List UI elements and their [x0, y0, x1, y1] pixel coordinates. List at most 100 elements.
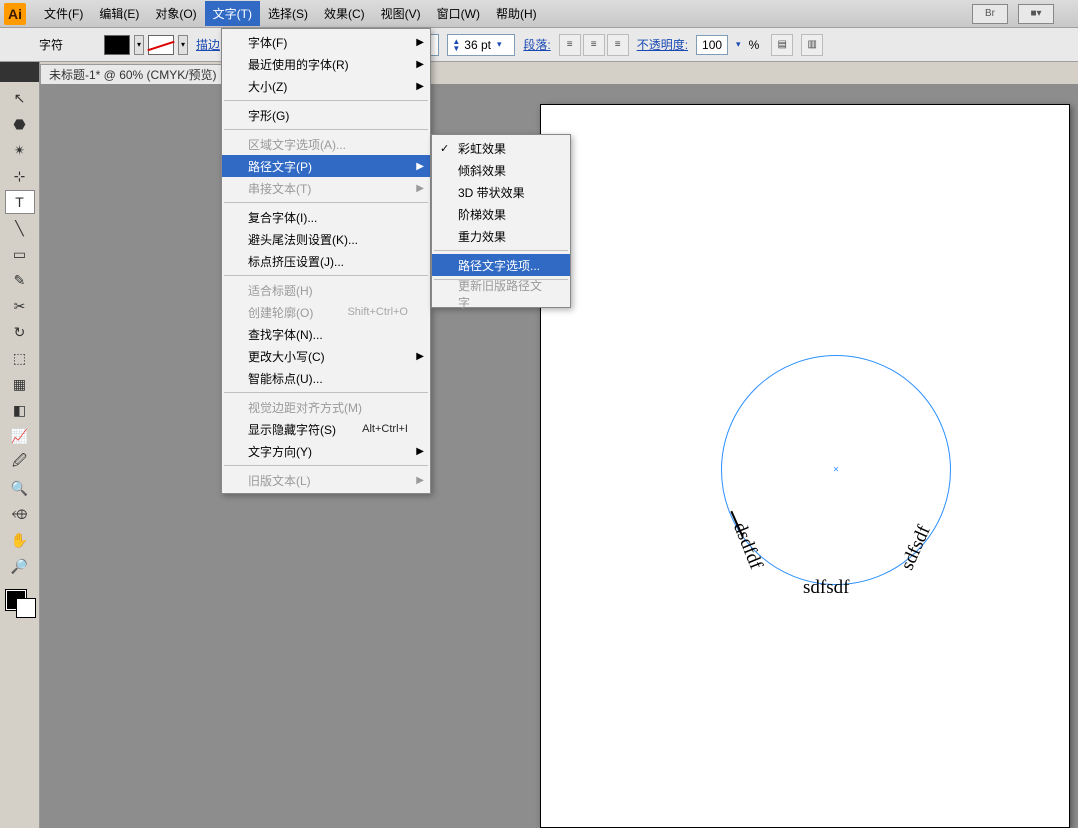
menu-object[interactable]: 对象(O) [147, 1, 204, 26]
direct-selection-tool[interactable]: ⬣ [5, 112, 35, 136]
type-menu-item: 区域文字选项(A)... [222, 133, 430, 155]
selection-tool[interactable]: ↖ [5, 86, 35, 110]
align-left-button[interactable]: ≡ [559, 34, 581, 56]
fill-swatch[interactable] [104, 35, 130, 55]
opacity-label[interactable]: 不透明度: [637, 36, 688, 53]
path-text-submenu-item[interactable]: 路径文字选项... [432, 254, 570, 276]
gradient-tool[interactable]: ◧ [5, 398, 35, 422]
paragraph-link[interactable]: 段落: [523, 36, 550, 53]
chevron-down-icon[interactable]: ▾ [736, 39, 741, 50]
menu-type[interactable]: 文字(T) [205, 1, 260, 26]
submenu-arrow-icon: ▶ [416, 81, 424, 92]
app-logo: Ai [4, 3, 26, 25]
type-menu-item: 适合标题(H) [222, 279, 430, 301]
menu-item-label: 串接文本(T) [248, 180, 311, 197]
check-icon: ✓ [440, 142, 449, 155]
submenu-arrow-icon: ▶ [416, 161, 424, 172]
menu-item-label: 更新旧版路径文字 [458, 277, 548, 311]
type-menu-item: 串接文本(T) ▶ [222, 177, 430, 199]
rotate-tool[interactable]: ↻ [5, 320, 35, 344]
graph-tool[interactable]: 📈 [5, 424, 35, 448]
path-text-submenu-item[interactable]: 阶梯效果 [432, 203, 570, 225]
menu-separator [224, 129, 428, 130]
workspace-switcher[interactable]: ■▾ [1018, 4, 1054, 24]
stroke-swatch[interactable] [148, 35, 174, 55]
menu-effect[interactable]: 效果(C) [316, 1, 373, 26]
opacity-input[interactable] [696, 35, 728, 55]
menu-separator [224, 465, 428, 466]
menu-item-label: 更改大小写(C) [248, 348, 325, 365]
menu-select[interactable]: 选择(S) [260, 1, 316, 26]
chevron-down-icon: ▾ [497, 39, 502, 50]
color-swatches[interactable] [4, 588, 36, 618]
path-text-submenu-item[interactable]: 3D 带状效果 [432, 181, 570, 203]
artboard[interactable]: × dsdfdf sdfsdf sdfsdf [540, 104, 1070, 828]
menu-item-label: 3D 带状效果 [458, 184, 525, 201]
menu-view[interactable]: 视图(V) [373, 1, 429, 26]
zoom-tool[interactable]: 🔎 [5, 554, 35, 578]
align-right-button[interactable]: ≡ [607, 34, 629, 56]
menu-item-label: 阶梯效果 [458, 206, 506, 223]
path-text-submenu-item[interactable]: 倾斜效果 [432, 159, 570, 181]
align-center-button[interactable]: ≡ [583, 34, 605, 56]
menu-item-label: 显示隐藏字符(S) [248, 421, 336, 438]
menu-item-label: 文字方向(Y) [248, 443, 312, 460]
type-menu-item[interactable]: 路径文字(P)▶ [222, 155, 430, 177]
menu-separator [224, 275, 428, 276]
type-menu-item[interactable]: 智能标点(U)... [222, 367, 430, 389]
bridge-button[interactable]: Br [972, 4, 1008, 24]
stroke-dropdown[interactable]: ▾ [178, 35, 188, 55]
fill-dropdown[interactable]: ▾ [134, 35, 144, 55]
path-text-submenu-item[interactable]: 重力效果 [432, 225, 570, 247]
type-menu-item[interactable]: 更改大小写(C)▶ [222, 345, 430, 367]
type-menu-item[interactable]: 避头尾法则设置(K)... [222, 228, 430, 250]
path-text-submenu-item: 更新旧版路径文字 [432, 283, 570, 305]
mesh-tool[interactable]: ▦ [5, 372, 35, 396]
paintbrush-tool[interactable]: ✎ [5, 268, 35, 292]
type-tool[interactable]: T [5, 190, 35, 214]
type-menu-item[interactable]: 复合字体(I)... [222, 206, 430, 228]
menu-help[interactable]: 帮助(H) [488, 1, 545, 26]
type-menu-item[interactable]: 最近使用的字体(R)▶ [222, 53, 430, 75]
stroke-link[interactable]: 描边 [196, 36, 220, 53]
font-size-combo[interactable]: ▲▼36 pt▾ [447, 34, 515, 56]
menu-file[interactable]: 文件(F) [36, 1, 91, 26]
menu-item-label: 适合标题(H) [248, 282, 313, 299]
menu-separator [224, 202, 428, 203]
type-menu-item[interactable]: 字体(F)▶ [222, 31, 430, 53]
magic-wand-tool[interactable]: ✴ [5, 138, 35, 162]
blend-tool[interactable]: 🖉 [5, 450, 35, 474]
menu-item-label: 字形(G) [248, 107, 289, 124]
type-menu-item[interactable]: 查找字体(N)... [222, 323, 430, 345]
preferences-button[interactable]: ▥ [801, 34, 823, 56]
path-center-marker: × [833, 465, 839, 476]
type-on-path-submenu: ✓彩虹效果倾斜效果3D 带状效果阶梯效果重力效果路径文字选项...更新旧版路径文… [431, 134, 571, 308]
menu-item-label: 字体(F) [248, 34, 287, 51]
menu-item-label: 区域文字选项(A)... [248, 136, 346, 153]
submenu-arrow-icon: ▶ [416, 183, 424, 194]
eyedropper-tool[interactable]: 🔍 [5, 476, 35, 500]
doc-setup-button[interactable]: ▤ [771, 34, 793, 56]
menu-item-label: 智能标点(U)... [248, 370, 323, 387]
type-menu-item[interactable]: 文字方向(Y)▶ [222, 440, 430, 462]
slice-tool[interactable]: ⬲ [5, 502, 35, 526]
rectangle-tool[interactable]: ▭ [5, 242, 35, 266]
menu-edit[interactable]: 编辑(E) [91, 1, 147, 26]
type-menu-item[interactable]: 标点挤压设置(J)... [222, 250, 430, 272]
scissors-tool[interactable]: ✂ [5, 294, 35, 318]
stepper-icon[interactable]: ▲▼ [452, 38, 460, 52]
menu-shortcut: Shift+Ctrl+O [347, 306, 408, 318]
menu-item-label: 彩虹效果 [458, 140, 506, 157]
hand-tool[interactable]: ✋ [5, 528, 35, 552]
document-tab[interactable]: 未标题-1* @ 60% (CMYK/预览) × [40, 64, 235, 84]
menu-window[interactable]: 窗口(W) [429, 1, 488, 26]
document-tabs: 未标题-1* @ 60% (CMYK/预览) × [40, 62, 1078, 84]
type-menu-item[interactable]: 大小(Z)▶ [222, 75, 430, 97]
path-text-submenu-item[interactable]: ✓ 彩虹效果 [432, 137, 570, 159]
line-tool[interactable]: ╲ [5, 216, 35, 240]
type-menu-item[interactable]: 字形(G) [222, 104, 430, 126]
type-menu-item[interactable]: 显示隐藏字符(S)Alt+Ctrl+I [222, 418, 430, 440]
pen-tool[interactable]: ⊹ [5, 164, 35, 188]
type-on-path-2[interactable]: sdfsdf [803, 577, 849, 599]
warp-tool[interactable]: ⬚ [5, 346, 35, 370]
